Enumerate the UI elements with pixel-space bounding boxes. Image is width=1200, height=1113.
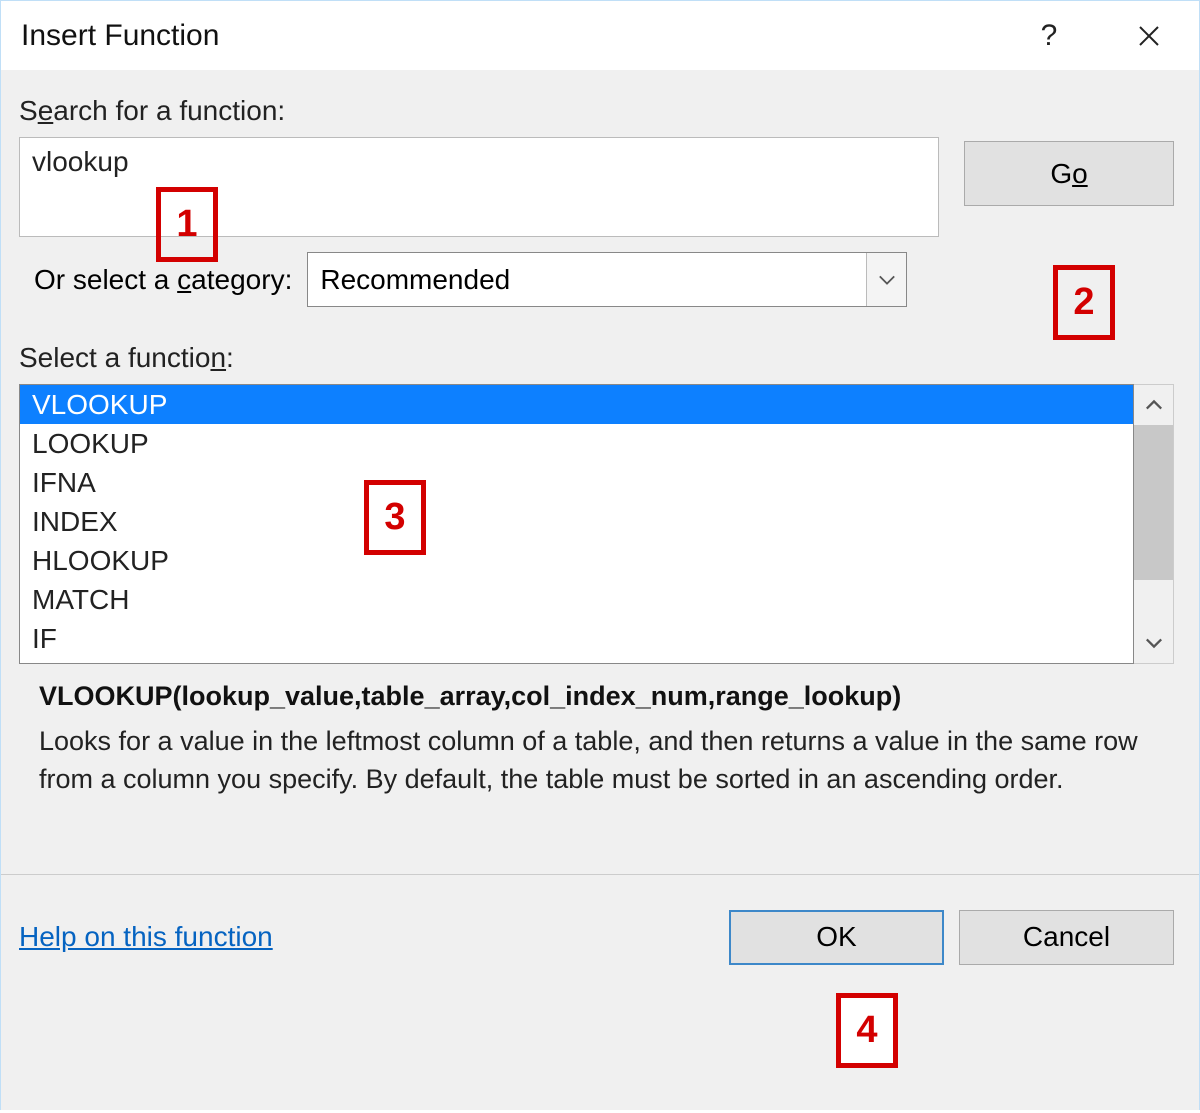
go-button[interactable]: Go — [964, 141, 1174, 206]
dialog-title: Insert Function — [21, 19, 1019, 53]
chevron-down-icon — [1145, 637, 1163, 649]
category-select[interactable]: Recommended — [307, 252, 907, 307]
list-item[interactable]: IFNA — [20, 463, 1133, 502]
help-button[interactable]: ? — [1019, 11, 1079, 61]
category-label: Or select a category: — [19, 264, 292, 296]
search-input[interactable] — [19, 137, 939, 237]
annotation-4: 4 — [836, 993, 898, 1068]
close-button[interactable] — [1119, 11, 1179, 61]
select-function-label: Select a function: — [19, 342, 1174, 374]
scrollbar[interactable] — [1134, 384, 1174, 664]
close-icon — [1137, 24, 1161, 48]
function-description: Looks for a value in the leftmost column… — [19, 722, 1174, 799]
function-listbox[interactable]: VLOOKUP LOOKUP IFNA INDEX HLOOKUP MATCH … — [19, 384, 1134, 664]
ok-button[interactable]: OK — [729, 910, 944, 965]
list-item[interactable]: VLOOKUP — [20, 385, 1133, 424]
function-signature: VLOOKUP(lookup_value,table_array,col_ind… — [19, 676, 1174, 722]
category-selected-value: Recommended — [320, 264, 510, 296]
list-item[interactable]: LOOKUP — [20, 424, 1133, 463]
scroll-down-button[interactable] — [1134, 623, 1173, 663]
chevron-up-icon — [1145, 399, 1163, 411]
scroll-track[interactable] — [1134, 425, 1173, 623]
function-listbox-wrap: VLOOKUP LOOKUP IFNA INDEX HLOOKUP MATCH … — [19, 384, 1174, 664]
scroll-up-button[interactable] — [1134, 385, 1173, 425]
footer: Help on this function OK Cancel — [19, 875, 1174, 985]
category-row: Or select a category: Recommended — [19, 252, 1174, 307]
list-item[interactable]: INDEX — [20, 502, 1133, 541]
chevron-down-icon — [866, 253, 906, 306]
list-item[interactable]: HLOOKUP — [20, 541, 1133, 580]
titlebar: Insert Function ? — [0, 0, 1200, 70]
help-link[interactable]: Help on this function — [19, 921, 714, 953]
search-label: Search for a function: — [19, 95, 1174, 127]
cancel-button[interactable]: Cancel — [959, 910, 1174, 965]
list-item[interactable]: IF — [20, 619, 1133, 658]
scroll-thumb[interactable] — [1134, 425, 1173, 580]
dialog-body: Search for a function: Go Or select a ca… — [0, 70, 1200, 1110]
search-row: Go — [19, 137, 1174, 237]
list-item[interactable]: MATCH — [20, 580, 1133, 619]
